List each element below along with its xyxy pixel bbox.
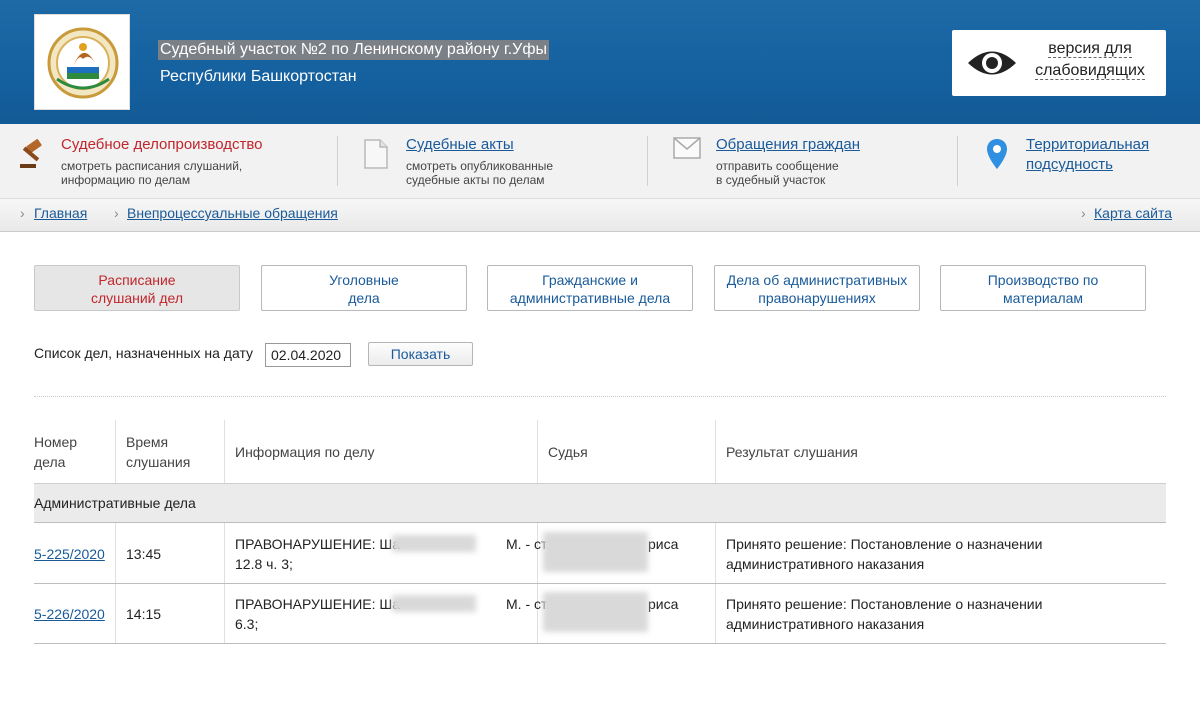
row-divider (34, 643, 1166, 644)
emblem-icon (47, 27, 119, 99)
hearing-time: 14:15 (126, 606, 162, 622)
court-name: Судебный участок №2 по Ленинскому району… (158, 40, 549, 60)
chevron-right-icon: › (20, 205, 25, 221)
column-header-case-number: Номер дела (34, 434, 78, 470)
emblem-logo[interactable] (34, 14, 130, 110)
service-citizen-appeals[interactable]: Обращения граждан отправить сообщение в с… (673, 124, 953, 199)
map-pin-icon (987, 139, 1007, 169)
service-desc: отправить сообщение в судебный участок (716, 159, 839, 187)
tab-materials-proceedings[interactable]: Производство по материалам (940, 265, 1146, 311)
site-header: Судебный участок №2 по Ленинскому району… (0, 0, 1200, 124)
tab-administrative-offenses[interactable]: Дела об административных правонарушениях (714, 265, 920, 311)
service-title[interactable]: Территориальная подсудность (1026, 135, 1149, 175)
column-divider (115, 420, 116, 644)
document-icon (364, 139, 388, 169)
case-number-link[interactable]: 5-226/2020 (34, 604, 105, 624)
redacted-name (392, 595, 476, 612)
hearing-result: Принято решение: Постановление о назначе… (726, 536, 1043, 572)
service-title[interactable]: Обращения граждан (716, 136, 860, 153)
breadcrumb-home[interactable]: Главная (34, 205, 87, 221)
show-button[interactable]: Показать (368, 342, 473, 366)
low-vision-label: версия для слабовидящих (1030, 38, 1150, 82)
service-desc: смотреть расписания слушаний, информацию … (61, 159, 243, 187)
chevron-right-icon: › (114, 205, 119, 221)
gavel-icon (20, 139, 42, 168)
envelope-icon (673, 137, 701, 159)
column-divider (224, 420, 225, 644)
service-jurisdiction[interactable]: Территориальная подсудность (986, 124, 1186, 199)
service-title: Судебное делопроизводство (61, 136, 263, 153)
divider (957, 136, 958, 186)
row-divider (34, 583, 1166, 584)
divider (337, 136, 338, 186)
service-court-acts[interactable]: Судебные акты смотреть опубликованные суд… (363, 124, 643, 199)
low-vision-label-line1: версия для (1048, 40, 1132, 58)
services-bar: Судебное делопроизводство смотреть распи… (0, 124, 1200, 199)
sitemap-link[interactable]: Карта сайта (1094, 205, 1172, 221)
tab-hearing-schedule[interactable]: Расписание слушаний дел (34, 265, 240, 311)
redacted-name (392, 535, 476, 552)
breadcrumb: › Главная › Внепроцессуальные обращения … (0, 199, 1200, 232)
table-group-header: Административные дела (34, 483, 1166, 522)
chevron-right-icon: › (1081, 205, 1086, 221)
date-input[interactable] (265, 343, 351, 367)
redacted-judge (543, 592, 648, 632)
low-vision-label-line2: слабовидящих (1035, 62, 1145, 80)
row-divider (34, 522, 1166, 523)
court-region: Республики Башкортостан (160, 68, 357, 85)
low-vision-version-button[interactable]: версия для слабовидящих (952, 30, 1166, 96)
hearing-time: 13:45 (126, 546, 162, 562)
case-number-link[interactable]: 5-225/2020 (34, 544, 105, 564)
service-desc: смотреть опубликованные судебные акты по … (406, 159, 554, 187)
date-filter-label: Список дел, назначенных на дату (34, 345, 254, 361)
judge-name: риса (648, 536, 679, 552)
tab-criminal-cases[interactable]: Уголовные дела (261, 265, 467, 311)
column-header-case-info: Информация по делу (235, 444, 375, 460)
column-header-hearing-time: Время слушания (126, 434, 191, 470)
hearing-result: Принято решение: Постановление о назначе… (726, 596, 1043, 632)
page: Судебный участок №2 по Ленинскому району… (0, 0, 1200, 712)
divider (647, 136, 648, 186)
service-court-proceedings[interactable]: Судебное делопроизводство смотреть распи… (18, 124, 338, 199)
breadcrumb-current[interactable]: Внепроцессуальные обращения (127, 205, 338, 221)
eye-icon (968, 51, 1016, 75)
judge-name: риса (648, 596, 679, 612)
column-header-result: Результат слушания (726, 444, 858, 460)
tab-civil-administrative-cases[interactable]: Гражданские и административные дела (487, 265, 693, 311)
divider (34, 396, 1166, 397)
column-header-judge: Судья (548, 444, 588, 460)
column-divider (715, 420, 716, 644)
redacted-judge (543, 532, 648, 572)
service-title[interactable]: Судебные акты (406, 136, 514, 153)
